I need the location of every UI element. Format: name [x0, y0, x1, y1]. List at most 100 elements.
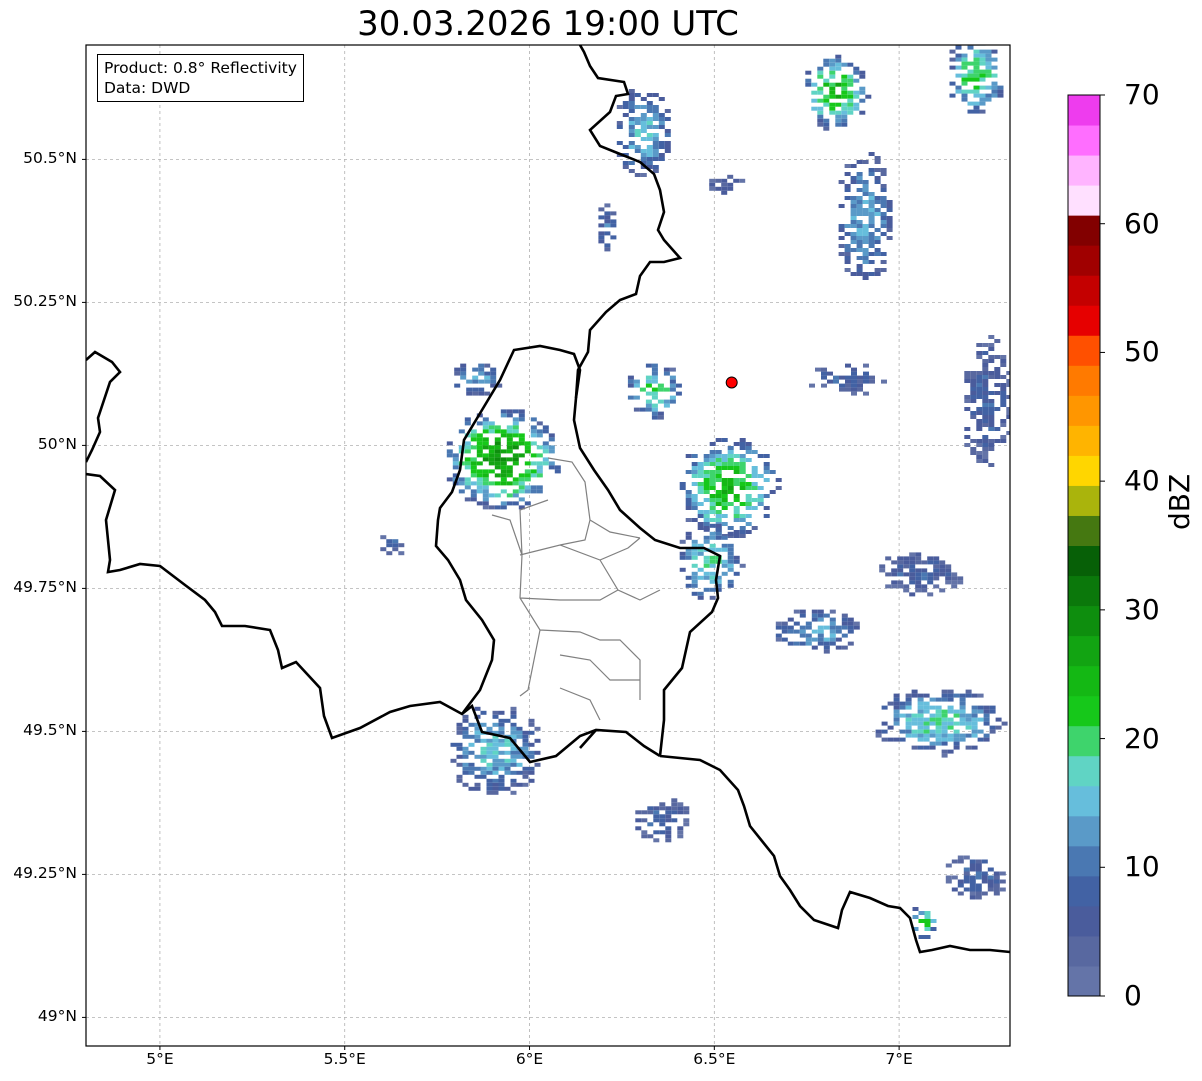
echo-pixel [380, 535, 387, 540]
echo-pixel [536, 445, 543, 450]
echo-pixel [869, 375, 875, 380]
echo-pixel [647, 810, 654, 815]
echo-pixel [480, 746, 487, 751]
echo-pixel [715, 535, 722, 540]
echo-pixel [959, 693, 966, 698]
echo-pixel [971, 717, 978, 722]
echo-pixel [675, 391, 682, 396]
echo-pixel [488, 429, 495, 434]
echo-pixel [953, 745, 960, 750]
echo-pixel [498, 722, 505, 727]
echo-pixel [856, 256, 863, 260]
echo-pixel [482, 481, 489, 486]
echo-pixel [482, 457, 489, 462]
echo-pixel [628, 89, 635, 93]
echo-pixel [853, 621, 860, 626]
echo-pixel [969, 879, 976, 884]
echo-pixel [881, 379, 887, 384]
echo-pixel [715, 547, 722, 552]
echo-pixel [886, 220, 893, 224]
echo-pixel [868, 272, 875, 276]
echo-pixel [721, 482, 728, 486]
echo-pixel [921, 572, 928, 577]
echo-pixel [452, 465, 459, 470]
echo-pixel [963, 879, 970, 884]
radar-site-marker[interactable] [725, 376, 738, 389]
echo-pixel [953, 721, 960, 726]
echo-pixel [981, 875, 988, 880]
echo-pixel [646, 149, 653, 153]
echo-pixel [988, 359, 995, 363]
echo-pixel [733, 178, 740, 183]
echo-pixel [838, 224, 845, 228]
echo-pixel [494, 445, 501, 450]
echo-pixel [856, 220, 863, 224]
echo-pixel [949, 65, 956, 70]
echo-pixel [492, 778, 499, 783]
echo-pixel [856, 212, 863, 216]
echo-pixel [715, 438, 722, 442]
echo-pixel [933, 560, 940, 565]
echo-pixel [679, 539, 686, 544]
echo-pixel [446, 449, 453, 454]
echo-pixel [823, 645, 830, 650]
echo-pixel [691, 454, 698, 458]
echo-pixel [462, 730, 469, 735]
echo-pixel [988, 391, 995, 395]
echo-pixel [534, 726, 541, 731]
echo-pixel [977, 717, 984, 722]
echo-pixel [554, 469, 561, 474]
echo-pixel [646, 161, 653, 165]
echo-pixel [868, 244, 875, 248]
echo-pixel [512, 425, 519, 430]
echo-pixel [817, 106, 824, 111]
echo-pixel [745, 482, 752, 486]
echo-pixel [697, 482, 704, 486]
echo-pixel [988, 347, 995, 351]
echo-pixel [862, 252, 869, 256]
echo-pixel [476, 421, 483, 426]
echo-pixel [651, 379, 658, 384]
echo-pixel [1000, 391, 1007, 395]
echo-pixel [640, 149, 647, 153]
echo-pixel [727, 502, 734, 506]
echo-pixel [657, 387, 664, 392]
echo-pixel [897, 556, 904, 561]
echo-pixel [452, 457, 459, 462]
echo-pixel [733, 442, 740, 446]
echo-pixel [628, 105, 635, 109]
echo-pixel [715, 523, 722, 528]
product-label: Product: 0.8° Reflectivity [104, 59, 297, 77]
echo-pixel [991, 85, 998, 90]
echo-pixel [454, 371, 461, 376]
colorbar-swatch [1068, 365, 1100, 396]
echo-pixel [865, 94, 872, 99]
echo-pixel [498, 782, 505, 787]
echo-pixel [874, 212, 881, 216]
echo-pixel [939, 588, 946, 593]
echo-pixel [528, 754, 535, 759]
echo-pixel [988, 375, 995, 379]
echo-pixel [380, 547, 387, 552]
echo-pixel [640, 137, 647, 141]
echo-pixel [518, 481, 525, 486]
echo-pixel [462, 714, 469, 719]
echo-pixel [980, 38, 986, 42]
echo-pixel [975, 871, 982, 876]
echo-pixel [518, 453, 525, 458]
echo-pixel [727, 462, 734, 466]
echo-pixel [665, 830, 672, 835]
echo-pixel [450, 758, 457, 763]
echo-pixel [989, 705, 996, 710]
echo-pixel [677, 830, 684, 835]
echo-pixel [841, 118, 848, 123]
echo-pixel [988, 399, 995, 403]
echo-pixel [534, 738, 541, 743]
echo-pixel [456, 778, 463, 783]
echo-pixel [669, 375, 676, 380]
echo-pixel [961, 93, 968, 98]
echo-pixel [494, 441, 501, 446]
echo-pixel [817, 613, 824, 618]
echo-pixel [739, 446, 746, 450]
echo-pixel [745, 502, 752, 506]
